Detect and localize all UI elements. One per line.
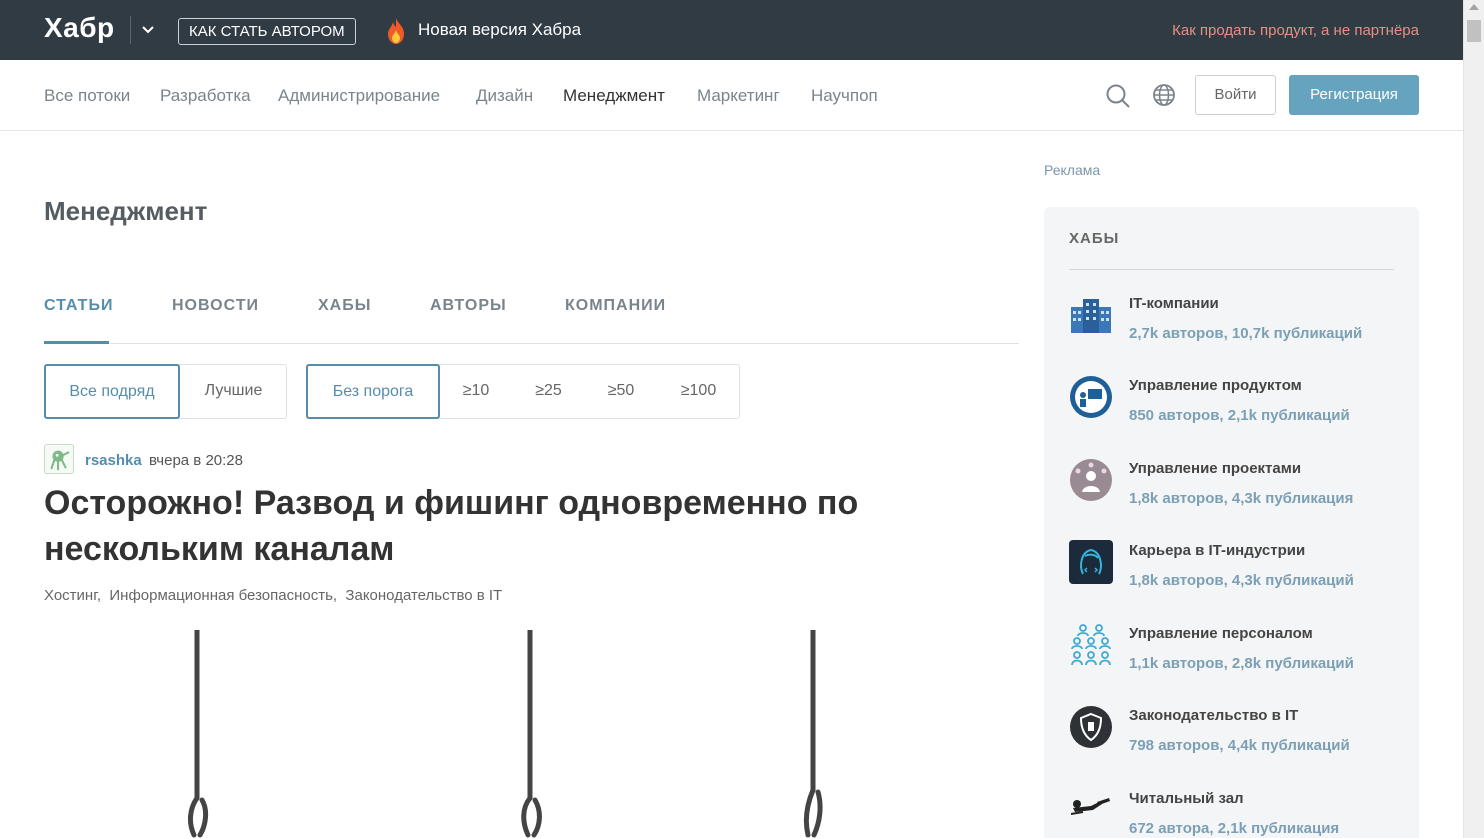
post-hub-link[interactable]: Хостинг, xyxy=(44,587,101,604)
filter-threshold-10[interactable]: ≥10 xyxy=(440,364,512,419)
hub-name[interactable]: Управление персоналом xyxy=(1129,625,1313,642)
top-bar: Хабр КАК СТАТЬ АВТОРОМ Новая версия Хабр… xyxy=(0,0,1463,60)
tab-hubs[interactable]: ХАБЫ xyxy=(318,297,371,315)
hub-item[interactable]: Управление продуктом 850 авторов, 2,1k п… xyxy=(1069,376,1409,437)
globe-icon[interactable] xyxy=(1152,83,1176,107)
hubs-widget: ХАБЫ IT-компании 2,7k авторов, 10,7k пуб… xyxy=(1044,207,1419,838)
register-button[interactable]: Регистрация xyxy=(1289,75,1419,115)
login-button[interactable]: Войти xyxy=(1195,75,1276,115)
reading-person-icon xyxy=(1070,798,1110,815)
tabs-divider xyxy=(44,343,1019,344)
nav-item-marketing[interactable]: Маркетинг xyxy=(697,86,780,106)
people-group-icon xyxy=(1071,624,1111,666)
scrollbar[interactable] xyxy=(1463,0,1484,838)
habr-logo[interactable]: Хабр xyxy=(44,12,115,44)
tab-articles[interactable]: СТАТЬИ xyxy=(44,297,113,315)
nav-item-all-streams[interactable]: Все потоки xyxy=(44,86,130,106)
promo-link[interactable]: Как продать продукт, а не партнёра xyxy=(1172,22,1419,39)
post-author[interactable]: rsashka xyxy=(85,452,142,469)
hub-item[interactable]: Читальный зал 672 автора, 2,1k публикаци… xyxy=(1069,790,1409,838)
developer-head-icon xyxy=(1069,540,1113,584)
fishing-hooks-image xyxy=(187,630,823,838)
hub-item[interactable]: Управление персоналом 1,1k авторов, 2,8k… xyxy=(1069,624,1409,685)
tab-companies[interactable]: КОМПАНИИ xyxy=(565,297,666,315)
hub-name[interactable]: Читальный зал xyxy=(1129,790,1244,807)
nav-item-popular-science[interactable]: Научпоп xyxy=(811,86,878,106)
hub-stats: 1,8k авторов, 4,3k публикация xyxy=(1129,490,1354,507)
tab-authors[interactable]: АВТОРЫ xyxy=(430,297,507,315)
hub-name[interactable]: IT-компании xyxy=(1129,295,1219,312)
avatar[interactable] xyxy=(44,444,74,474)
filter-no-threshold[interactable]: Без порога xyxy=(306,364,440,419)
hubs-divider xyxy=(1069,269,1394,270)
post-hubs: Хостинг, Информационная безопасность, За… xyxy=(44,587,502,604)
threshold-filter-group: Без порога ≥10 ≥25 ≥50 ≥100 xyxy=(306,364,740,419)
page-title: Менеджмент xyxy=(44,196,208,226)
tab-news[interactable]: НОВОСТИ xyxy=(172,297,259,315)
fire-icon xyxy=(388,18,404,44)
post-title[interactable]: Осторожно! Развод и фишинг одновременно … xyxy=(44,480,944,572)
hub-stats: 1,1k авторов, 2,8k публикаций xyxy=(1129,655,1354,672)
hub-item[interactable]: Управление проектами 1,8k авторов, 4,3k … xyxy=(1069,459,1409,520)
hub-stats: 1,8k авторов, 4,3k публикаций xyxy=(1129,572,1354,589)
hub-stats: 798 авторов, 4,4k публикаций xyxy=(1129,737,1350,754)
hub-stats: 2,7k авторов, 10,7k публикаций xyxy=(1129,325,1363,342)
hub-name[interactable]: Управление продуктом xyxy=(1129,377,1302,394)
filter-threshold-50[interactable]: ≥50 xyxy=(585,364,657,419)
filter-threshold-100[interactable]: ≥100 xyxy=(657,364,740,419)
shield-law-icon xyxy=(1070,706,1112,748)
filter-threshold-25[interactable]: ≥25 xyxy=(512,364,585,419)
hub-item[interactable]: Законодательство в IT 798 авторов, 4,4k … xyxy=(1069,706,1409,767)
chevron-down-icon[interactable] xyxy=(140,22,156,38)
filter-all[interactable]: Все подряд xyxy=(44,364,180,419)
active-tab-indicator xyxy=(44,341,109,344)
sort-filter-group: Все подряд Лучшие xyxy=(44,364,287,419)
scrollbar-thumb[interactable] xyxy=(1467,20,1481,42)
new-version-link[interactable]: Новая версия Хабра xyxy=(418,20,581,40)
hubs-widget-title: ХАБЫ xyxy=(1069,230,1120,247)
hub-name[interactable]: Управление проектами xyxy=(1129,460,1301,477)
post-hub-link[interactable]: Информационная безопасность, xyxy=(109,587,337,604)
scroll-up-arrow-icon[interactable] xyxy=(1469,4,1479,10)
nav-item-management[interactable]: Менеджмент xyxy=(563,86,665,106)
nav-item-design[interactable]: Дизайн xyxy=(476,86,533,106)
main-nav: Все потоки Разработка Администрирование … xyxy=(0,60,1463,131)
search-icon[interactable] xyxy=(1105,83,1131,109)
hub-item[interactable]: Карьера в IT-индустрии 1,8k авторов, 4,3… xyxy=(1069,540,1409,602)
ad-label: Реклама xyxy=(1044,162,1101,178)
how-to-become-author-button[interactable]: КАК СТАТЬ АВТОРОМ xyxy=(178,18,356,45)
hub-stats: 850 авторов, 2,1k публикаций xyxy=(1129,407,1350,424)
office-building-icon xyxy=(1071,299,1111,333)
post-time: вчера в 20:28 xyxy=(149,452,243,469)
filter-best[interactable]: Лучшие xyxy=(180,364,287,419)
hub-stats: 672 автора, 2,1k публикация xyxy=(1129,820,1340,837)
logo-divider xyxy=(130,16,131,44)
hub-name[interactable]: Карьера в IT-индустрии xyxy=(1129,542,1305,559)
product-presentation-icon xyxy=(1070,376,1112,418)
project-manager-icon xyxy=(1070,459,1112,501)
nav-item-development[interactable]: Разработка xyxy=(160,86,251,106)
nav-item-administration[interactable]: Администрирование xyxy=(278,86,440,106)
post-hub-link[interactable]: Законодательство в IT xyxy=(345,587,502,604)
hub-item[interactable]: IT-компании 2,7k авторов, 10,7k публикац… xyxy=(1069,295,1409,355)
hub-name[interactable]: Законодательство в IT xyxy=(1129,707,1298,724)
